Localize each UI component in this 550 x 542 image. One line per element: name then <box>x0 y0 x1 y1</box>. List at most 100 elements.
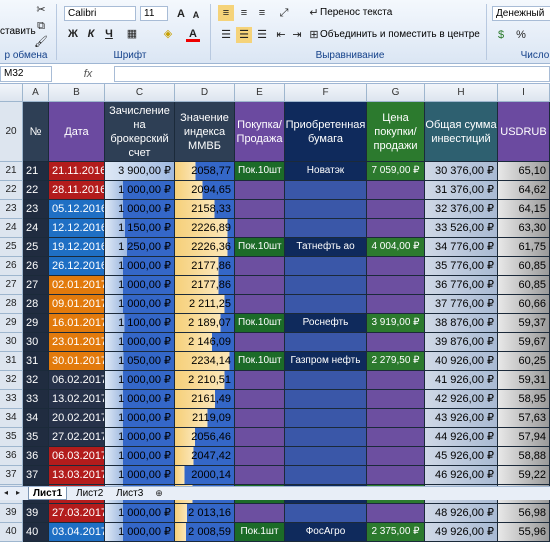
cell-deposit[interactable]: 1 000,00 ₽ <box>105 257 175 276</box>
cell-date[interactable]: 05.12.2016 <box>49 200 105 219</box>
cell-index[interactable]: 2119,09 <box>175 409 235 428</box>
row-number[interactable]: 40 <box>0 523 23 542</box>
cell-deposit[interactable]: 1 000,00 ₽ <box>105 504 175 523</box>
column-header-i[interactable]: I <box>498 84 550 102</box>
align-bottom-icon[interactable]: ≡ <box>254 5 270 21</box>
cell-deposit[interactable]: 1 250,00 ₽ <box>105 238 175 257</box>
row-number[interactable]: 20 <box>0 102 23 162</box>
row-number[interactable]: 21 <box>0 162 23 181</box>
cell-price[interactable]: 2 375,00 ₽ <box>367 523 425 542</box>
cell-n[interactable]: 25 <box>23 238 49 257</box>
cell-usd[interactable]: 58,88 <box>498 447 550 466</box>
cell-deposit[interactable]: 1 000,00 ₽ <box>105 200 175 219</box>
cell-date[interactable]: 03.04.2017 <box>49 523 105 542</box>
cell-price[interactable] <box>367 466 425 485</box>
cell-price[interactable] <box>367 504 425 523</box>
cell-usd[interactable]: 60,85 <box>498 276 550 295</box>
cell-usd[interactable]: 63,30 <box>498 219 550 238</box>
cell-price[interactable] <box>367 447 425 466</box>
cell-date[interactable]: 27.02.2017 <box>49 428 105 447</box>
cell-deposit[interactable]: 1 000,00 ₽ <box>105 181 175 200</box>
align-right-icon[interactable]: ☰ <box>254 27 270 43</box>
cell-index[interactable]: 2177,86 <box>175 276 235 295</box>
cell-usd[interactable]: 60,25 <box>498 352 550 371</box>
cell-date[interactable]: 20.02.2017 <box>49 409 105 428</box>
cell-total[interactable]: 38 876,00 ₽ <box>425 314 498 333</box>
cell-n[interactable]: 24 <box>23 219 49 238</box>
cell-stock[interactable] <box>285 428 367 447</box>
column-header-b[interactable]: B <box>49 84 105 102</box>
cell-deposit[interactable]: 1 000,00 ₽ <box>105 295 175 314</box>
cell-price[interactable] <box>367 295 425 314</box>
format-painter-icon[interactable]: 🖌 <box>34 34 48 50</box>
cell-index[interactable]: 2158,33 <box>175 200 235 219</box>
cell-n[interactable]: 29 <box>23 314 49 333</box>
cell-total[interactable]: 46 926,00 ₽ <box>425 466 498 485</box>
cell-deposit[interactable]: 1 000,00 ₽ <box>105 447 175 466</box>
underline-button[interactable]: Ч <box>102 26 116 42</box>
cell-n[interactable]: 34 <box>23 409 49 428</box>
cell-total[interactable]: 32 376,00 ₽ <box>425 200 498 219</box>
cell-n[interactable]: 36 <box>23 447 49 466</box>
cell-date[interactable]: 21.11.2016 <box>49 162 105 181</box>
cell-price[interactable] <box>367 219 425 238</box>
row-number[interactable]: 33 <box>0 390 23 409</box>
orientation-icon[interactable]: ⤢ <box>276 5 292 21</box>
cell-deposit[interactable]: 1 000,00 ₽ <box>105 428 175 447</box>
cell-total[interactable]: 44 926,00 ₽ <box>425 428 498 447</box>
cell-price[interactable] <box>367 200 425 219</box>
row-number[interactable]: 28 <box>0 295 23 314</box>
first-sheet-icon[interactable]: ◂ <box>2 485 10 501</box>
cell-index[interactable]: 2 008,59 <box>175 523 235 542</box>
cell-deposit[interactable]: 1 000,00 ₽ <box>105 390 175 409</box>
cell-op[interactable] <box>235 333 285 352</box>
cell-usd[interactable]: 56,98 <box>498 504 550 523</box>
cell-price[interactable] <box>367 257 425 276</box>
currency-icon[interactable]: $ <box>494 27 508 43</box>
cell-stock[interactable] <box>285 295 367 314</box>
cell-stock[interactable] <box>285 447 367 466</box>
cell-op[interactable] <box>235 447 285 466</box>
cell-stock[interactable]: ФосАгро <box>285 523 367 542</box>
cell-usd[interactable]: 59,67 <box>498 333 550 352</box>
cell-total[interactable]: 40 926,00 ₽ <box>425 352 498 371</box>
row-number[interactable]: 23 <box>0 200 23 219</box>
cell-n[interactable]: 32 <box>23 371 49 390</box>
next-sheet-icon[interactable]: ▸ <box>14 485 22 501</box>
number-format-select[interactable]: Денежный <box>492 6 550 21</box>
cell-usd[interactable]: 59,22 <box>498 466 550 485</box>
cell-stock[interactable] <box>285 181 367 200</box>
select-all-corner[interactable] <box>0 84 23 102</box>
cell-op[interactable] <box>235 276 285 295</box>
cell-op[interactable]: Пок.10шт <box>235 352 285 371</box>
cell-date[interactable]: 16.01.2017 <box>49 314 105 333</box>
cell-price[interactable] <box>367 428 425 447</box>
increase-indent-icon[interactable]: ⇥ <box>290 27 304 43</box>
cell-index[interactable]: 2234,14 <box>175 352 235 371</box>
cell-op[interactable] <box>235 390 285 409</box>
cell-total[interactable]: 42 926,00 ₽ <box>425 390 498 409</box>
cell-total[interactable]: 39 876,00 ₽ <box>425 333 498 352</box>
wrap-text-icon[interactable]: ↵ <box>308 5 320 21</box>
row-number[interactable]: 30 <box>0 333 23 352</box>
cell-date[interactable]: 13.02.2017 <box>49 390 105 409</box>
cell-n[interactable]: 22 <box>23 181 49 200</box>
cell-op[interactable] <box>235 466 285 485</box>
shrink-font-icon[interactable]: A <box>190 7 202 23</box>
cell-n[interactable]: 33 <box>23 390 49 409</box>
cell-stock[interactable] <box>285 504 367 523</box>
cell-total[interactable]: 31 376,00 ₽ <box>425 181 498 200</box>
percent-icon[interactable]: % <box>514 27 528 43</box>
cell-total[interactable]: 43 926,00 ₽ <box>425 409 498 428</box>
wrap-text-button[interactable]: Перенос текста <box>320 7 392 18</box>
sheet-tab-2[interactable]: Лист2 <box>72 487 107 500</box>
cell-index[interactable]: 2000,14 <box>175 466 235 485</box>
cell-n[interactable]: 37 <box>23 466 49 485</box>
grow-font-icon[interactable]: A <box>174 6 188 22</box>
row-number[interactable]: 26 <box>0 257 23 276</box>
cell-op[interactable] <box>235 504 285 523</box>
cell-n[interactable]: 21 <box>23 162 49 181</box>
cell-total[interactable]: 33 526,00 ₽ <box>425 219 498 238</box>
cell-stock[interactable] <box>285 333 367 352</box>
cell-stock[interactable] <box>285 276 367 295</box>
